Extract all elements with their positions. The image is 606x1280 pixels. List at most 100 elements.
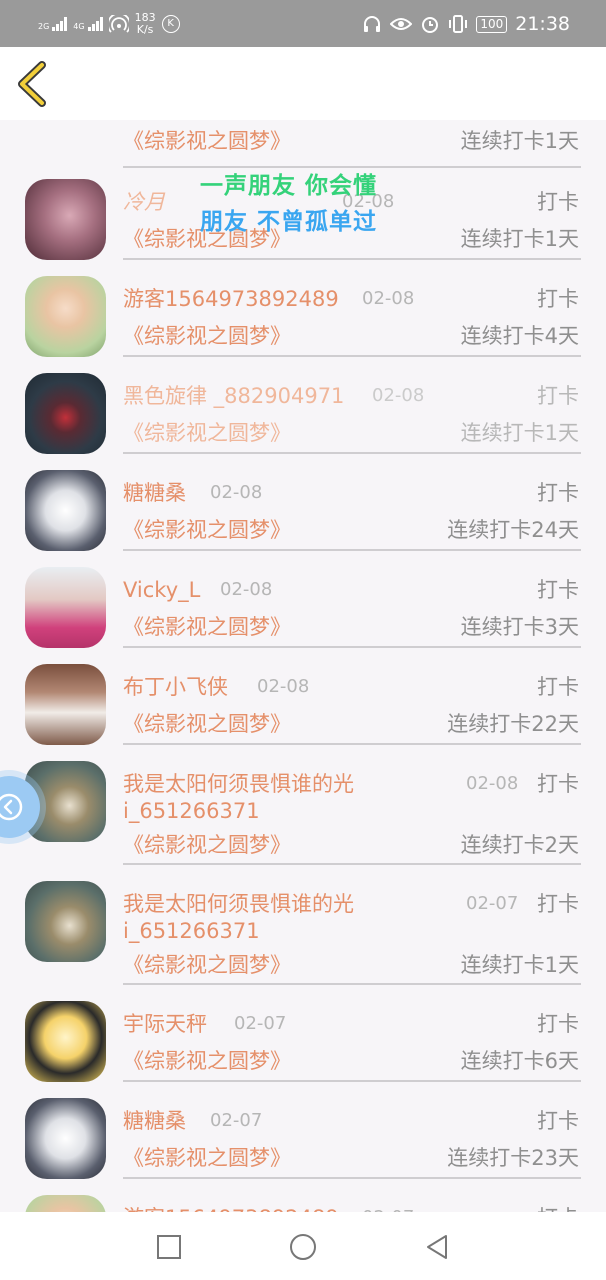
- user-name-line-2[interactable]: i_651266371: [123, 917, 260, 945]
- divider: [123, 258, 581, 260]
- checkin-date: 02-07: [210, 1110, 263, 1131]
- streak-count: 连续打卡1天: [460, 227, 579, 251]
- checkin-label: 打卡: [537, 481, 579, 505]
- streak-count: 连续打卡3天: [460, 615, 579, 639]
- book-title[interactable]: 《综影视之圆梦》: [123, 710, 291, 738]
- top-nav-bar: [0, 47, 606, 120]
- status-bar: 2G 4G 183 K/s K 100 21:38: [0, 0, 606, 47]
- hotspot-icon: [108, 15, 129, 33]
- book-title[interactable]: 《综影视之圆梦》: [123, 127, 291, 155]
- divider: [123, 1080, 581, 1082]
- avatar: [25, 276, 106, 357]
- divider: [123, 452, 581, 454]
- checkin-date: 02-07: [234, 1013, 287, 1034]
- headphones-icon: [364, 16, 381, 32]
- checkin-list: 《综影视之圆梦》 连续打卡1天 冷月 02-08 打卡 《综影视之圆梦》 连续打…: [0, 120, 606, 1212]
- book-title[interactable]: 《综影视之圆梦》: [123, 516, 291, 544]
- back-nav-button[interactable]: [422, 1232, 452, 1262]
- k-badge-icon: K: [161, 15, 180, 33]
- book-title[interactable]: 《综影视之圆梦》: [123, 831, 291, 859]
- avatar: [25, 373, 106, 454]
- book-title[interactable]: 《综影视之圆梦》: [123, 613, 291, 641]
- net-type-label: 4G: [73, 22, 85, 31]
- user-name[interactable]: 我是太阳何须畏惧谁的光: [123, 890, 354, 918]
- checkin-label: 打卡: [537, 1204, 579, 1212]
- back-button[interactable]: [14, 61, 54, 107]
- floating-back-button[interactable]: [0, 776, 40, 838]
- avatar: [25, 881, 106, 962]
- checkin-date: 02-08: [257, 676, 310, 697]
- divider: [123, 983, 581, 985]
- avatar: [25, 179, 106, 260]
- streak-count: 连续打卡24天: [447, 518, 579, 542]
- user-name[interactable]: 糖糖桑: [123, 479, 186, 507]
- checkin-label: 打卡: [537, 190, 579, 214]
- circle-chevron-left-icon: [0, 793, 23, 821]
- divider: [123, 863, 581, 865]
- divider: [123, 549, 581, 551]
- recent-apps-button[interactable]: [154, 1232, 184, 1262]
- user-name[interactable]: 游客1564973892489: [123, 285, 339, 313]
- network-speed: 183 K/s: [135, 12, 156, 36]
- overlay-lyric-line-2: 朋友 不曾孤单过: [200, 209, 378, 235]
- avatar: [25, 664, 106, 745]
- streak-count: 连续打卡1天: [460, 129, 579, 153]
- user-name[interactable]: 布丁小飞侠: [123, 673, 228, 701]
- user-name[interactable]: 宇际天秤: [123, 1010, 207, 1038]
- avatar: [25, 567, 106, 648]
- user-name[interactable]: 黑色旋律 _882904971: [123, 382, 344, 410]
- square-icon: [157, 1235, 181, 1259]
- book-title[interactable]: 《综影视之圆梦》: [123, 1144, 291, 1172]
- triangle-back-icon: [427, 1235, 447, 1259]
- divider: [123, 355, 581, 357]
- user-name[interactable]: Vicky_L: [123, 576, 200, 604]
- checkin-label: 打卡: [537, 384, 579, 408]
- user-name[interactable]: 游客1564973892489: [123, 1204, 339, 1212]
- user-name[interactable]: 糖糖桑: [123, 1107, 186, 1135]
- streak-count: 连续打卡23天: [447, 1146, 579, 1170]
- book-title[interactable]: 《综影视之圆梦》: [123, 1047, 291, 1075]
- divider: [123, 646, 581, 648]
- checkin-label: 打卡: [537, 772, 579, 796]
- checkin-date: 02-08: [362, 288, 415, 309]
- home-button[interactable]: [288, 1232, 318, 1262]
- checkin-date: 02-08: [210, 482, 263, 503]
- book-title[interactable]: 《综影视之圆梦》: [123, 322, 291, 350]
- overlay-lyric-line-1: 一声朋友 你会懂: [200, 173, 378, 199]
- streak-count: 连续打卡6天: [460, 1049, 579, 1073]
- checkin-date: 02-07: [466, 893, 519, 914]
- user-name[interactable]: 冷月: [123, 188, 165, 216]
- avatar: [25, 470, 106, 551]
- vibrate-icon: [449, 15, 468, 33]
- checkin-label: 打卡: [537, 578, 579, 602]
- avatar: [25, 1098, 106, 1179]
- streak-count: 连续打卡2天: [460, 833, 579, 857]
- user-name-line-2[interactable]: i_651266371: [123, 797, 260, 825]
- status-right: 100 21:38: [362, 10, 570, 38]
- checkin-label: 打卡: [537, 675, 579, 699]
- net-type-label: 2G: [38, 22, 50, 31]
- checkin-label: 打卡: [537, 287, 579, 311]
- system-nav-bar: [0, 1212, 606, 1280]
- circle-icon: [290, 1234, 316, 1260]
- checkin-label: 打卡: [537, 1109, 579, 1133]
- status-left: 2G 4G 183 K/s K: [38, 10, 180, 38]
- signal-bars-icon: [52, 17, 68, 31]
- eye-icon: [390, 18, 413, 30]
- checkin-label: 打卡: [537, 1012, 579, 1036]
- streak-count: 连续打卡4天: [460, 324, 579, 348]
- avatar: [25, 1195, 106, 1212]
- streak-count: 连续打卡22天: [447, 712, 579, 736]
- book-title[interactable]: 《综影视之圆梦》: [123, 419, 291, 447]
- clock-time: 21:38: [515, 13, 570, 35]
- book-title[interactable]: 《综影视之圆梦》: [123, 951, 291, 979]
- speed-unit: K/s: [136, 23, 154, 36]
- checkin-date: 02-08: [466, 773, 519, 794]
- battery-icon: 100: [476, 15, 508, 33]
- checkin-date: 02-07: [362, 1204, 414, 1212]
- streak-count: 连续打卡1天: [460, 421, 579, 445]
- user-name[interactable]: 我是太阳何须畏惧谁的光: [123, 770, 354, 798]
- checkin-date: 02-08: [220, 579, 273, 600]
- signal-4g: 4G: [73, 17, 103, 31]
- avatar: [25, 1001, 106, 1082]
